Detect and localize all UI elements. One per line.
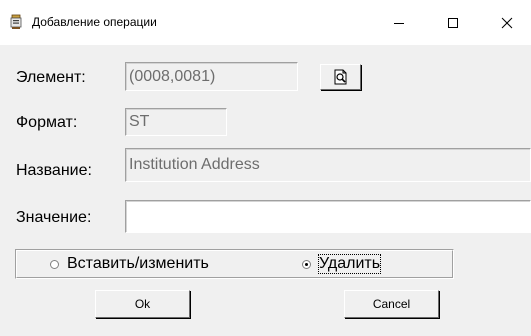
maximize-button[interactable] [430, 0, 476, 45]
element-field[interactable]: (0008,0081) [125, 62, 298, 91]
radio-delete-label: Удалить [317, 254, 382, 274]
name-label: Название: [16, 162, 92, 179]
browse-element-button[interactable] [320, 64, 361, 90]
ok-button[interactable]: Ok [95, 290, 190, 318]
value-input[interactable] [125, 200, 531, 233]
close-button[interactable] [484, 0, 530, 45]
cancel-button[interactable]: Cancel [344, 290, 439, 318]
radio-insert-modify[interactable]: Вставить/изменить [50, 255, 209, 273]
radio-button-checked[interactable] [302, 259, 311, 269]
app-icon [10, 14, 22, 29]
minimize-icon [394, 22, 404, 24]
maximize-icon [448, 17, 458, 28]
window-title: Добавление операции [32, 15, 157, 29]
value-label: Значение: [16, 209, 92, 226]
element-label: Элемент: [16, 69, 86, 86]
name-field[interactable]: Institution Address [125, 148, 531, 182]
format-field[interactable]: ST [125, 108, 227, 136]
format-label: Формат: [16, 114, 78, 131]
title-bar: Добавление операции [0, 0, 531, 45]
close-icon [501, 17, 513, 28]
radio-insert-modify-label: Вставить/изменить [67, 255, 209, 272]
radio-button-unchecked[interactable] [50, 259, 59, 269]
magnifier-document-icon [334, 69, 346, 85]
minimize-button[interactable] [376, 0, 422, 45]
radio-delete[interactable]: Удалить [302, 254, 382, 274]
